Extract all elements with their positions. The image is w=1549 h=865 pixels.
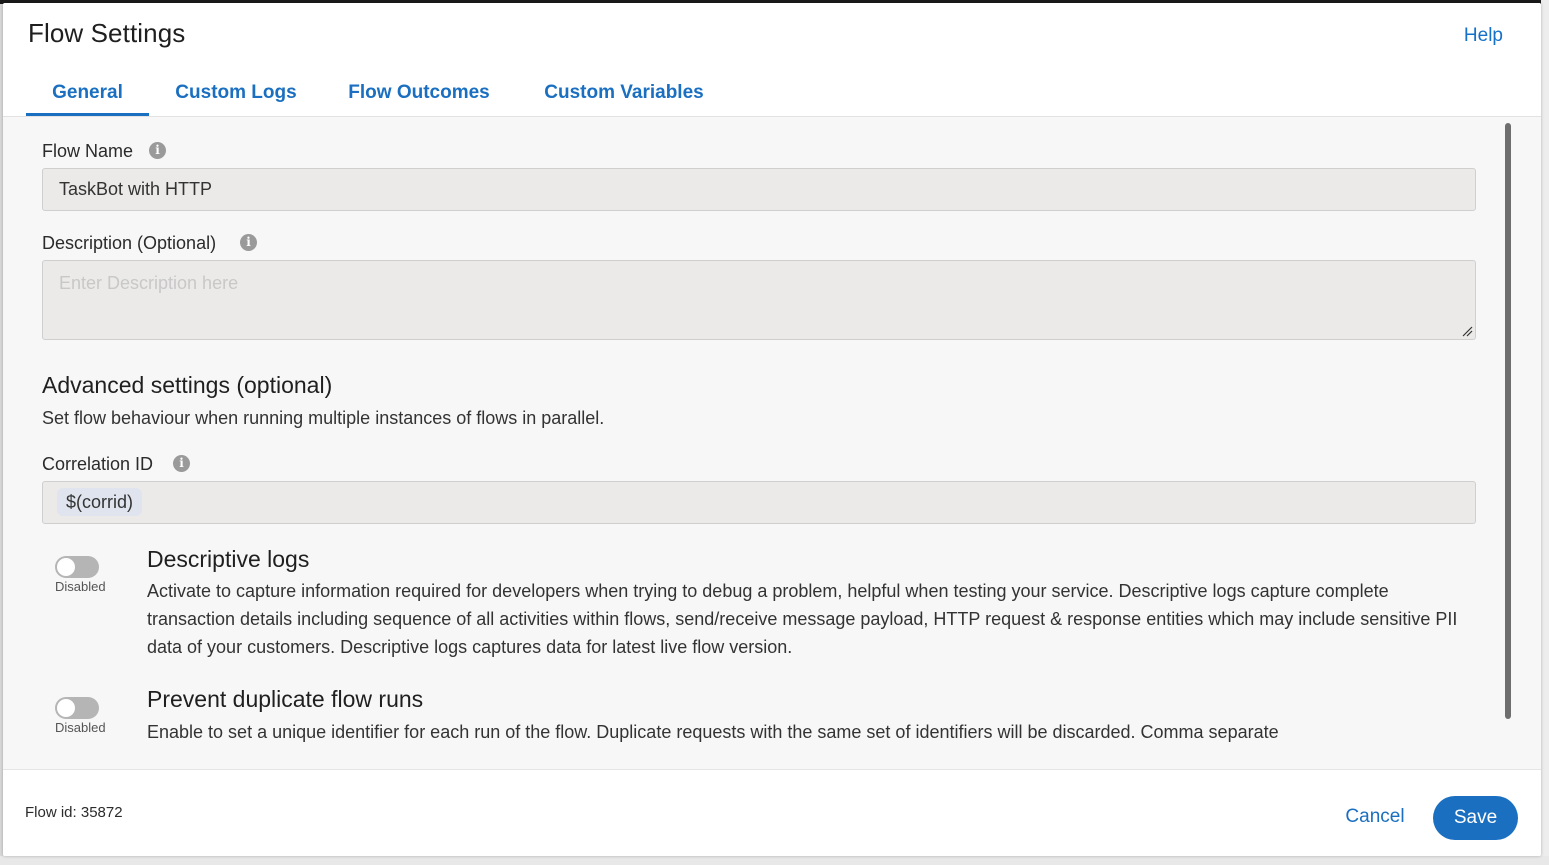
tab-flow-outcomes[interactable]: Flow Outcomes	[343, 71, 495, 116]
tab-general[interactable]: General	[26, 71, 149, 116]
description-textarea[interactable]: Enter Description here	[42, 260, 1476, 340]
backdrop-right	[1541, 0, 1549, 865]
info-icon[interactable]: i	[173, 455, 190, 472]
dialog-header: Flow Settings Help	[3, 3, 1541, 71]
flow-name-value: TaskBot with HTTP	[59, 179, 213, 199]
descriptive-logs-toggle-state: Disabled	[55, 579, 106, 594]
settings-tabs: General Custom Logs Flow Outcomes Custom…	[3, 71, 1541, 117]
dialog-footer: Flow id: 35872 Cancel Save	[3, 769, 1541, 856]
flow-name-input[interactable]: TaskBot with HTTP	[42, 168, 1476, 211]
prevent-duplicates-title: Prevent duplicate flow runs	[147, 686, 424, 712]
flow-settings-dialog: Flow Settings Help General Custom Logs F…	[3, 3, 1541, 856]
correlation-id-label: Correlation ID	[42, 454, 154, 474]
scrollbar-thumb[interactable]	[1505, 123, 1511, 719]
advanced-settings-subtitle: Set flow behaviour when running multiple…	[42, 408, 605, 428]
correlation-id-chip[interactable]: $(corrid)	[57, 488, 143, 516]
save-button[interactable]: Save	[1433, 796, 1518, 840]
advanced-settings-title: Advanced settings (optional)	[42, 372, 333, 398]
dialog-title: Flow Settings	[28, 18, 186, 48]
general-tab-panel: Flow Name i TaskBot with HTTP Descriptio…	[3, 117, 1541, 769]
cancel-button[interactable]: Cancel	[1328, 796, 1422, 838]
descriptive-logs-description: Activate to capture information required…	[147, 581, 1458, 657]
tab-custom-logs[interactable]: Custom Logs	[171, 71, 301, 116]
content-scrollbar[interactable]	[1503, 121, 1513, 721]
description-label: Description (Optional)	[42, 233, 217, 253]
backdrop-bottom	[0, 856, 1549, 865]
info-icon[interactable]: i	[149, 142, 166, 159]
prevent-duplicates-description: Enable to set a unique identifier for ea…	[147, 722, 1279, 742]
prevent-duplicates-toggle[interactable]	[55, 697, 99, 719]
flow-id-text: Flow id: 35872	[25, 804, 123, 821]
tab-custom-variables[interactable]: Custom Variables	[538, 71, 710, 116]
help-link[interactable]: Help	[1464, 25, 1503, 47]
toggle-knob	[57, 699, 75, 717]
descriptive-logs-title: Descriptive logs	[147, 546, 310, 572]
flow-name-label: Flow Name	[42, 141, 134, 161]
resize-grip-icon[interactable]	[1461, 325, 1473, 337]
correlation-id-input[interactable]: $(corrid)	[42, 481, 1476, 524]
toggle-knob	[57, 558, 75, 576]
description-placeholder: Enter Description here	[59, 273, 239, 293]
prevent-duplicates-toggle-state: Disabled	[55, 720, 106, 735]
descriptive-logs-toggle[interactable]	[55, 556, 99, 578]
info-icon[interactable]: i	[240, 234, 257, 251]
